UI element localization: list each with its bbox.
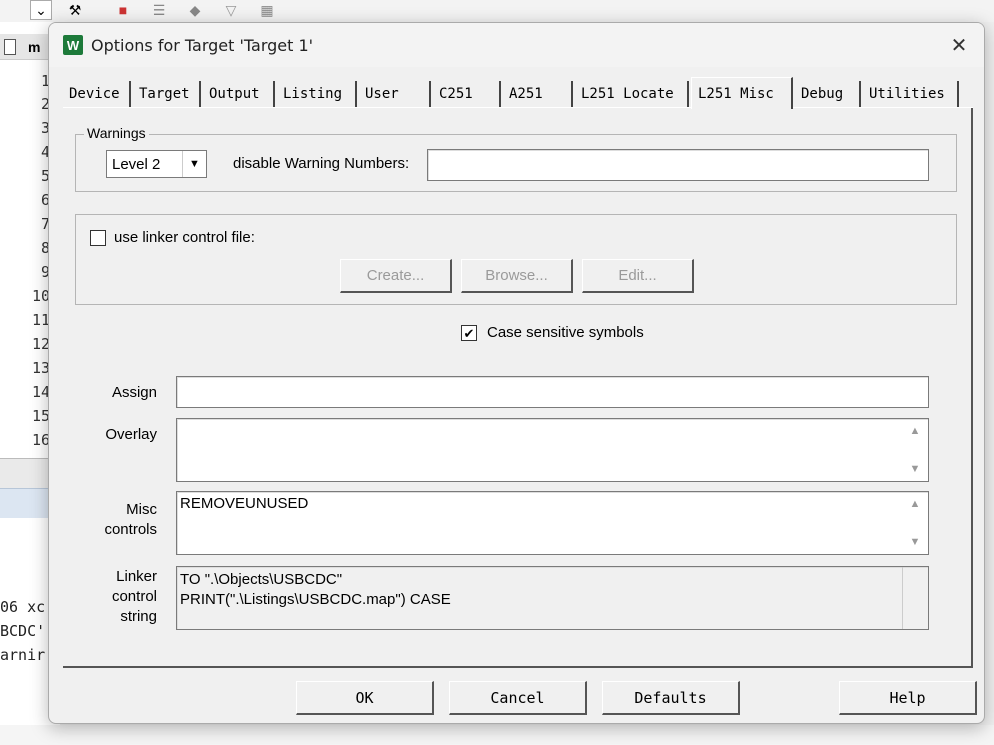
misc-scrollbar[interactable]: ▲ ▼: [902, 492, 928, 554]
ide-toolbar: ⌄ ⚒ ■ ☰ ◆ ▽ ▦: [0, 0, 994, 22]
line-number: 11: [31, 311, 50, 329]
linker-label-line2: control: [111, 588, 157, 605]
tab-panel-l251-misc: Warnings Level 2 ▼ disable Warning Numbe…: [63, 108, 973, 668]
gem-icon[interactable]: ▽: [218, 0, 244, 20]
output-line: arnir: [0, 646, 46, 664]
use-linker-control-file-checkbox[interactable]: [90, 230, 106, 246]
line-number: 7: [40, 215, 50, 233]
help-button[interactable]: Help: [839, 681, 977, 715]
tab-debug[interactable]: Debug: [795, 81, 861, 107]
linker-string-scrollbar[interactable]: [902, 567, 928, 629]
status-bar: [0, 725, 994, 745]
overlay-input[interactable]: ▲ ▼: [176, 418, 929, 482]
line-number: 6: [40, 191, 50, 209]
assign-input[interactable]: [176, 376, 929, 408]
create-button[interactable]: Create...: [340, 259, 452, 293]
stack-icon[interactable]: ☰: [146, 0, 172, 20]
warnings-group: Warnings Level 2 ▼ disable Warning Numbe…: [75, 125, 957, 192]
tab-a251[interactable]: A251: [503, 81, 573, 107]
tab-strip: Device Target Output Listing User C251 A…: [63, 77, 973, 109]
line-number: 1: [40, 72, 50, 90]
file-tab-label: m: [28, 38, 41, 55]
scroll-up-icon[interactable]: ▲: [910, 425, 921, 437]
dialog-title: Options for Target 'Target 1': [91, 36, 314, 55]
linker-control-string-box[interactable]: TO ".\Objects\USBCDC" PRINT(".\Listings\…: [176, 566, 929, 630]
line-number: 2: [40, 95, 50, 113]
line-number: 8: [40, 239, 50, 257]
tab-user[interactable]: User: [359, 81, 431, 107]
checkmark-icon: ✔: [463, 325, 475, 341]
pack-icon[interactable]: ▦: [254, 0, 280, 20]
line-number: 12: [31, 335, 50, 353]
line-number: 10: [31, 287, 50, 305]
linker-label-line3: string: [120, 608, 157, 625]
options-dialog: W Options for Target 'Target 1' ✕ Device…: [48, 22, 985, 724]
file-icon: [4, 38, 16, 55]
overlay-scrollbar[interactable]: ▲ ▼: [902, 419, 928, 481]
line-number: 16: [31, 431, 50, 449]
scroll-down-icon[interactable]: ▼: [910, 536, 921, 548]
line-number: 4: [40, 143, 50, 161]
line-number: 15: [31, 407, 50, 425]
line-number: 13: [31, 359, 50, 377]
scroll-down-icon[interactable]: ▼: [910, 463, 921, 475]
linker-label-line1: Linker: [116, 568, 157, 585]
line-number: 14: [31, 383, 50, 401]
cancel-button[interactable]: Cancel: [449, 681, 587, 715]
tab-output[interactable]: Output: [203, 81, 275, 107]
warning-level-value: Level 2: [112, 155, 161, 173]
browse-button[interactable]: Browse...: [461, 259, 573, 293]
diamond-icon[interactable]: ◆: [182, 0, 208, 20]
misc-controls-value: REMOVEUNUSED: [180, 495, 309, 512]
warnings-group-title: Warnings: [84, 125, 149, 141]
tab-l251-locate[interactable]: L251 Locate: [575, 81, 689, 107]
line-number: 3: [40, 119, 50, 137]
overlay-label: Overlay: [105, 426, 157, 443]
output-line: BCDC': [0, 622, 46, 640]
misc-controls-input[interactable]: REMOVEUNUSED ▲ ▼: [176, 491, 929, 555]
linker-string-line1: TO ".\Objects\USBCDC": [180, 571, 343, 588]
disable-warning-label: disable Warning Numbers:: [233, 155, 410, 172]
edit-button[interactable]: Edit...: [582, 259, 694, 293]
chevron-down-icon[interactable]: ⌄: [30, 0, 52, 20]
tab-l251-misc[interactable]: L251 Misc: [691, 77, 793, 109]
ok-button[interactable]: OK: [296, 681, 434, 715]
linker-control-file-group: use linker control file: Create... Brows…: [75, 214, 957, 305]
tab-target[interactable]: Target: [133, 81, 201, 107]
warning-level-select[interactable]: Level 2 ▼: [106, 150, 207, 178]
scroll-up-icon[interactable]: ▲: [910, 498, 921, 510]
tab-device[interactable]: Device: [63, 81, 131, 107]
manage-icon[interactable]: ■: [110, 0, 136, 20]
tab-utilities[interactable]: Utilities: [863, 81, 959, 107]
misc-controls-label: Misc controls: [83, 500, 157, 540]
line-number: 9: [40, 263, 50, 281]
linker-control-string-label: Linker control string: [83, 567, 157, 627]
assign-label: Assign: [111, 384, 157, 401]
use-linker-control-file-label: use linker control file:: [114, 229, 255, 246]
dialog-titlebar[interactable]: W Options for Target 'Target 1' ✕: [49, 23, 984, 67]
close-button[interactable]: ✕: [942, 29, 976, 61]
misc-label-line1: Misc: [126, 501, 157, 518]
disable-warning-numbers-input[interactable]: [427, 149, 929, 181]
wand-icon[interactable]: ⚒: [62, 0, 88, 20]
misc-label-line2: controls: [104, 521, 157, 538]
line-number: 5: [40, 167, 50, 185]
defaults-button[interactable]: Defaults: [602, 681, 740, 715]
output-line: 06 xc: [0, 598, 46, 616]
case-sensitive-label: Case sensitive symbols: [487, 324, 644, 341]
close-icon: ✕: [950, 34, 968, 57]
case-sensitive-checkbox[interactable]: ✔: [461, 325, 477, 341]
tab-c251[interactable]: C251: [433, 81, 501, 107]
tab-listing[interactable]: Listing: [277, 81, 357, 107]
chevron-down-icon[interactable]: ▼: [182, 151, 206, 177]
keil-logo-icon: W: [63, 35, 83, 55]
linker-string-line2: PRINT(".\Listings\USBCDC.map") CASE: [180, 591, 451, 608]
